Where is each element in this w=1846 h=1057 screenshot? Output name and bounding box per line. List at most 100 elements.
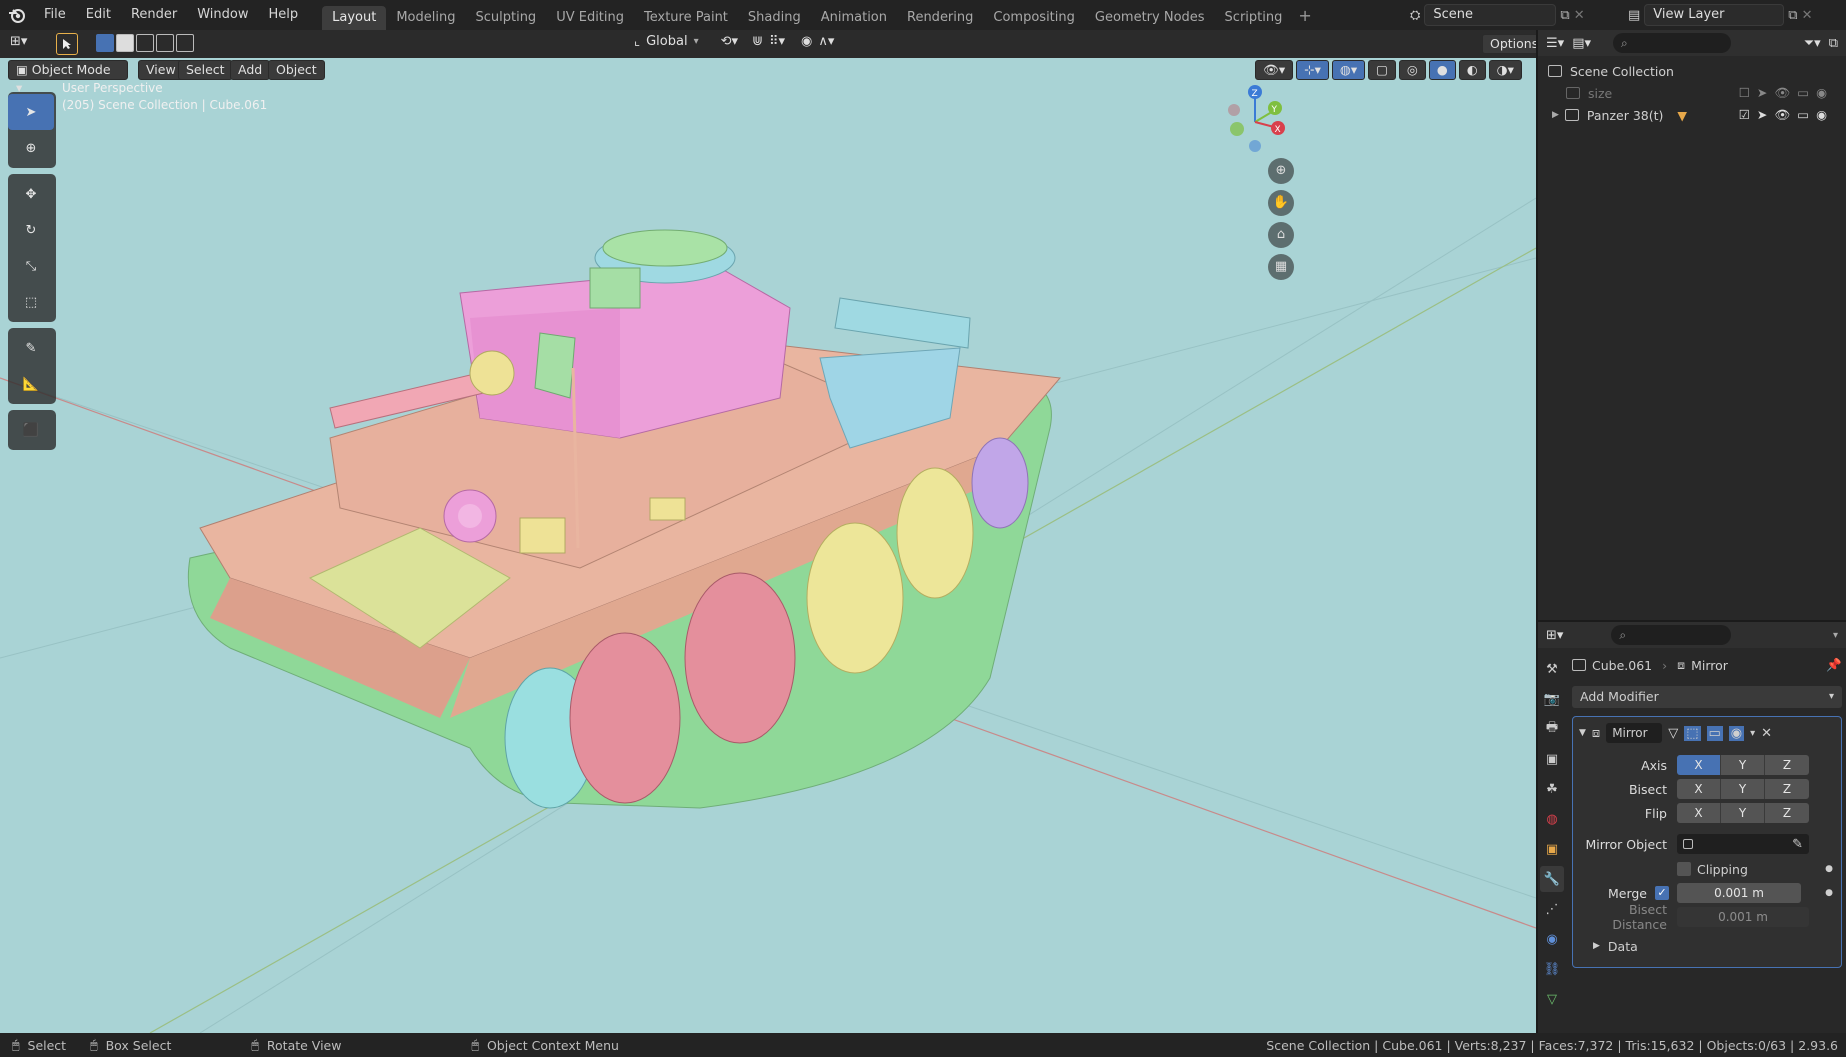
menu-edit[interactable]: Edit xyxy=(76,0,121,30)
add-modifier-dropdown[interactable]: Add Modifier ▾ xyxy=(1572,686,1842,708)
merge-checkbox[interactable]: ✓ xyxy=(1655,886,1669,900)
data-subpanel-header[interactable]: ▶ Data xyxy=(1573,933,1841,959)
menu-file[interactable]: File xyxy=(34,0,76,30)
measure-tool-icon[interactable]: 📐 xyxy=(8,366,54,402)
tab-modeling[interactable]: Modeling xyxy=(386,6,465,30)
snap-target-icon[interactable]: ⠿▾ xyxy=(769,34,785,49)
mode-intersect-icon[interactable] xyxy=(176,34,194,52)
cursor-tool-icon[interactable]: ⊕ xyxy=(8,130,54,166)
bisect-y-button[interactable]: Y xyxy=(1721,779,1765,799)
view-layer-selector[interactable]: View Layer xyxy=(1644,4,1785,26)
scene-selector[interactable]: Scene xyxy=(1424,4,1557,26)
mode-extend-icon[interactable] xyxy=(116,34,134,52)
ortho-grid-icon[interactable]: ▦ xyxy=(1268,254,1294,280)
tab-sculpting[interactable]: Sculpting xyxy=(465,6,546,30)
render-toggle-icon[interactable]: ◉ xyxy=(1728,725,1745,741)
collapse-arrow-icon[interactable]: ▼ xyxy=(1579,728,1586,738)
chevron-down-icon[interactable]: ▾ xyxy=(1833,630,1838,641)
scale-tool-icon[interactable]: ⤡ xyxy=(8,248,54,284)
menu-window[interactable]: Window xyxy=(187,0,258,30)
falloff-icon[interactable]: ∧▾ xyxy=(818,34,834,49)
proportional-edit-icon[interactable]: ◉ xyxy=(801,34,812,49)
keyframe-dot-icon[interactable]: ● xyxy=(1825,864,1833,874)
visibility-icon[interactable]: 👁▾ xyxy=(1255,60,1294,80)
tab-animation[interactable]: Animation xyxy=(811,6,897,30)
outliner-item-panzer[interactable]: ▶ Panzer 38(t) ▼ ☑➤👁▭◉ xyxy=(1548,104,1846,126)
scene-icon[interactable]: ⛭ xyxy=(1410,8,1420,23)
mode-difference-icon[interactable] xyxy=(156,34,174,52)
chevron-down-icon[interactable]: ▾ xyxy=(1750,728,1755,739)
mode-selector[interactable]: ▣ Object Mode ▾ xyxy=(8,60,128,95)
tab-rendering[interactable]: Rendering xyxy=(897,6,983,30)
view-layer-icon[interactable]: ▤ xyxy=(1628,8,1640,23)
clipping-checkbox[interactable] xyxy=(1677,862,1691,876)
zoom-icon[interactable]: ⊕ xyxy=(1268,158,1294,184)
edit-mode-toggle-icon[interactable]: ▽ xyxy=(1668,726,1678,741)
outliner-item-size[interactable]: size ☐➤👁▭◉ xyxy=(1548,82,1846,104)
viewport-scene[interactable] xyxy=(0,58,1536,1033)
mode-subtract-icon[interactable] xyxy=(136,34,154,52)
axis-x-button[interactable]: X xyxy=(1677,755,1721,775)
pan-hand-icon[interactable]: ✋ xyxy=(1268,190,1294,216)
constraints-tab-icon[interactable]: ⛓ xyxy=(1540,956,1564,982)
pin-icon[interactable]: 📌 xyxy=(1826,657,1842,673)
tab-scripting[interactable]: Scripting xyxy=(1215,6,1293,30)
expand-arrow-icon[interactable]: ▶ xyxy=(1593,941,1600,951)
menu-render[interactable]: Render xyxy=(121,0,187,30)
object-tab-icon[interactable]: ▣ xyxy=(1540,836,1564,862)
modifier-tab-icon[interactable]: 🔧 xyxy=(1540,866,1564,892)
3d-viewport[interactable]: User Perspective (205) Scene Collection … xyxy=(0,58,1536,1033)
bisect-z-button[interactable]: Z xyxy=(1765,779,1809,799)
transform-tool-icon[interactable]: ⬚ xyxy=(8,284,54,320)
delete-view-layer-icon[interactable]: ✕ xyxy=(1802,8,1813,23)
flip-x-button[interactable]: X xyxy=(1677,803,1721,823)
new-scene-icon[interactable]: ⧉ xyxy=(1560,8,1569,23)
scene-tab-icon[interactable]: ☘ xyxy=(1540,776,1564,802)
gizmos-icon[interactable]: ⊹▾ xyxy=(1296,60,1329,80)
outliner-search-input[interactable]: ⌕ xyxy=(1613,33,1731,53)
expand-arrow-icon[interactable]: ▶ xyxy=(1552,110,1559,120)
snap-icon[interactable]: ⋓ xyxy=(752,34,763,49)
tab-compositing[interactable]: Compositing xyxy=(983,6,1085,30)
viewport-toggle-icon[interactable]: ▭ xyxy=(1706,725,1723,741)
tab-shading[interactable]: Shading xyxy=(738,6,811,30)
tab-texture-paint[interactable]: Texture Paint xyxy=(634,6,738,30)
display-mode-icon[interactable]: ▤▾ xyxy=(1572,36,1591,51)
properties-editor-icon[interactable]: ⊞▾ xyxy=(1546,628,1563,643)
menu-select[interactable]: Select xyxy=(178,60,233,80)
overlays-icon[interactable]: ◍▾ xyxy=(1331,60,1366,80)
tab-layout[interactable]: Layout xyxy=(322,6,387,30)
output-tab-icon[interactable]: 🖶 xyxy=(1540,716,1564,742)
mirror-object-field[interactable]: ✎ xyxy=(1677,834,1809,854)
bisect-x-button[interactable]: X xyxy=(1677,779,1721,799)
add-workspace-icon[interactable]: + xyxy=(1298,6,1311,25)
eyedropper-icon[interactable]: ✎ xyxy=(1792,837,1803,852)
new-collection-icon[interactable]: ⧉ xyxy=(1829,36,1838,51)
modifier-name-field[interactable]: Mirror xyxy=(1606,723,1663,743)
annotate-tool-icon[interactable]: ✎ xyxy=(8,330,54,366)
data-tab-icon[interactable]: ▽ xyxy=(1540,986,1564,1012)
tool-tab-icon[interactable]: ⚒ xyxy=(1540,656,1564,682)
select-tool-icon[interactable] xyxy=(56,33,78,55)
new-view-layer-icon[interactable]: ⧉ xyxy=(1788,8,1797,23)
physics-tab-icon[interactable]: ◉ xyxy=(1540,926,1564,952)
outliner-toggles[interactable]: ☐➤👁▭◉ xyxy=(1739,85,1834,101)
add-cube-tool-icon[interactable]: ⬛ xyxy=(8,412,54,448)
blender-logo-icon[interactable] xyxy=(0,0,34,30)
axis-y-button[interactable]: Y xyxy=(1721,755,1765,775)
bisect-distance-field[interactable]: 0.001 m xyxy=(1677,907,1809,927)
filter-icon[interactable]: ⏷▾ xyxy=(1804,36,1821,51)
properties-search-input[interactable]: ⌕ xyxy=(1611,625,1732,645)
camera-view-icon[interactable]: ⌂ xyxy=(1268,222,1294,248)
render-tab-icon[interactable]: 📷 xyxy=(1540,686,1564,712)
menu-add[interactable]: Add xyxy=(230,60,271,80)
world-tab-icon[interactable]: ◍ xyxy=(1540,806,1564,832)
rendered-shading-icon[interactable]: ◑▾ xyxy=(1488,60,1522,80)
menu-view[interactable]: View xyxy=(138,60,184,80)
solid-shading-icon[interactable]: ● xyxy=(1428,60,1456,80)
flip-y-button[interactable]: Y xyxy=(1721,803,1765,823)
cage-toggle-icon[interactable]: ⬚ xyxy=(1684,725,1701,741)
move-tool-icon[interactable]: ✥ xyxy=(8,176,54,212)
select-box-tool-icon[interactable]: ➤ xyxy=(8,94,54,130)
rotate-tool-icon[interactable]: ↻ xyxy=(8,212,54,248)
